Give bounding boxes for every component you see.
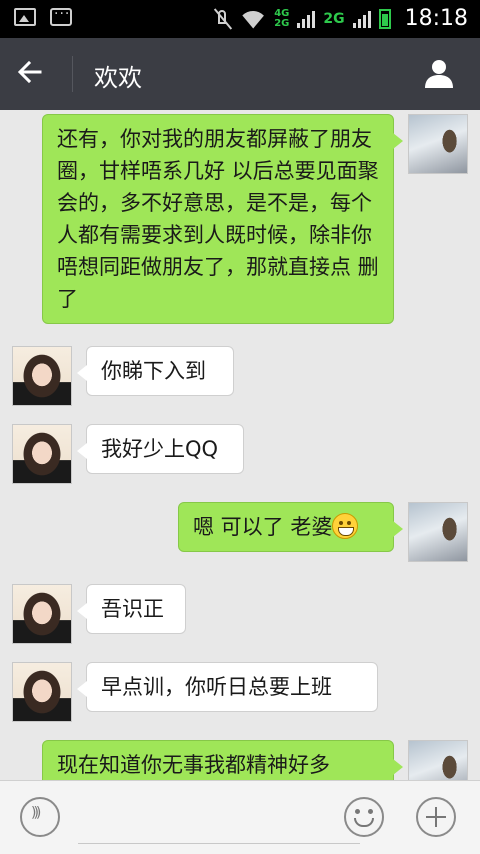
message-bubble-received[interactable]: 吾识正 <box>77 584 186 634</box>
voice-button[interactable] <box>20 797 60 837</box>
my-avatar[interactable] <box>408 740 468 780</box>
message-bubble-sent[interactable]: 嗯 可以了 老婆 <box>178 502 403 552</box>
gallery-icon <box>14 8 36 26</box>
signal-icon <box>297 10 316 28</box>
network-type-primary: 4G 2G <box>274 7 290 29</box>
chat-title: 欢欢 <box>94 64 142 92</box>
message-list[interactable]: 还有，你对我的朋友都屏蔽了朋友圈，甘样唔系几好 以后总要见面聚会的，多不好意思，… <box>0 110 480 780</box>
contact-avatar[interactable] <box>12 584 72 644</box>
contact-avatar[interactable] <box>12 424 72 484</box>
message-bubble-sent[interactable]: 还有，你对我的朋友都屏蔽了朋友圈，甘样唔系几好 以后总要见面聚会的，多不好意思，… <box>42 114 403 324</box>
message-bubble-received[interactable]: 我好少上QQ <box>77 424 244 474</box>
message-text: 还有，你对我的朋友都屏蔽了朋友圈，甘样唔系几好 以后总要见面聚会的，多不好意思，… <box>57 127 379 311</box>
message-bubble-received[interactable]: 早点训，你听日总要上班 <box>77 662 378 712</box>
header-divider <box>72 56 73 92</box>
chat-header: 欢欢 <box>0 38 480 110</box>
battery-icon <box>378 8 391 29</box>
wifi-icon <box>240 9 266 29</box>
input-bar <box>0 780 480 854</box>
arrow-left-icon <box>17 60 42 84</box>
more-button[interactable] <box>416 797 456 837</box>
mute-icon <box>214 8 232 30</box>
message-bubble-received[interactable]: 你睇下入到 <box>77 346 234 396</box>
message-notification-icon <box>50 6 72 26</box>
contact-avatar[interactable] <box>12 346 72 406</box>
person-icon <box>425 60 453 88</box>
message-text: 吾识正 <box>101 597 164 621</box>
message-text: 我好少上QQ <box>101 437 219 461</box>
message-text: 嗯 可以了 老婆 <box>193 515 333 539</box>
message-input[interactable] <box>78 843 360 844</box>
grinning-emoji <box>332 513 359 539</box>
signal-icon-2 <box>352 10 371 28</box>
message-text: 你睇下入到 <box>101 359 206 383</box>
message-text: 现在知道你无事我都精神好多 <box>57 753 330 777</box>
clock: 18:18 <box>404 6 468 31</box>
my-avatar[interactable] <box>408 502 468 562</box>
network-type-secondary: 2G <box>323 10 345 27</box>
message-text: 早点训，你听日总要上班 <box>101 675 332 699</box>
profile-button[interactable] <box>422 56 456 90</box>
back-button[interactable] <box>16 58 56 90</box>
emoji-button[interactable] <box>344 797 384 837</box>
my-avatar[interactable] <box>408 114 468 174</box>
status-bar: 4G 2G 2G 18:18 <box>0 0 480 38</box>
contact-avatar[interactable] <box>12 662 72 722</box>
message-bubble-sent[interactable]: 现在知道你无事我都精神好多 <box>42 740 403 780</box>
